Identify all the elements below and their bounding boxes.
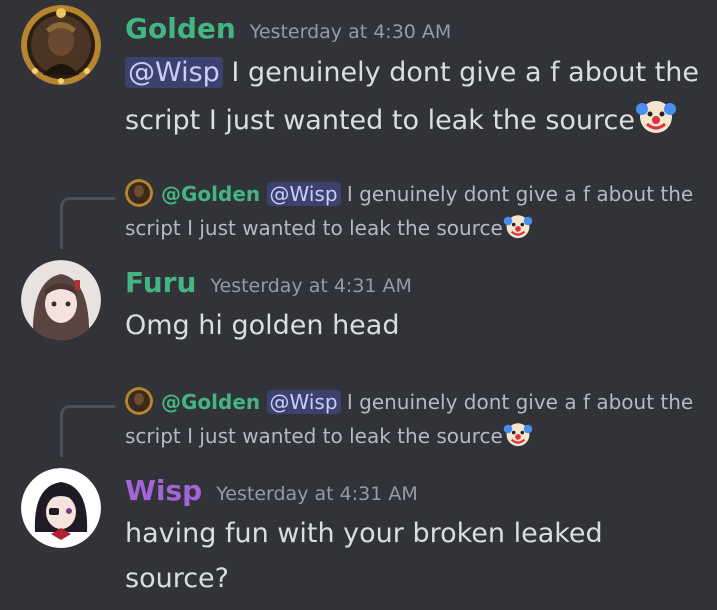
message-content: @Wisp I genuinely dont give a f about th… [125,50,705,143]
message-wisp[interactable]: @Golden @Wisp I genuinely dont give a f … [0,378,717,610]
user-mention[interactable]: @Wisp [125,57,223,88]
wisp-avatar-icon [21,468,101,548]
message-golden[interactable]: Golden Yesterday at 4:30 AM @Wisp I genui… [0,0,717,150]
reply-preview[interactable]: @Golden @Wisp I genuinely dont give a f … [125,177,705,245]
clown-face-icon [635,95,677,137]
message-timestamp: Yesterday at 4:30 AM [249,21,452,43]
message-furu[interactable]: @Golden @Wisp I genuinely dont give a f … [0,170,717,350]
message-text: having fun with your broken leaked sourc… [125,518,603,594]
clown-face-icon [503,419,533,449]
message-timestamp: Yesterday at 4:31 AM [216,483,418,505]
clown-face-icon [503,211,533,241]
reply-spine [60,197,115,249]
message-content: having fun with your broken leaked sourc… [125,511,645,601]
avatar-wisp[interactable] [21,468,101,548]
avatar-golden[interactable] [21,5,101,85]
reply-author[interactable]: @Golden [161,390,260,414]
message-timestamp: Yesterday at 4:31 AM [210,275,412,297]
author-name[interactable]: Golden [125,12,236,45]
author-name[interactable]: Furu [125,266,196,299]
reply-preview[interactable]: @Golden @Wisp I genuinely dont give a f … [125,385,705,453]
reply-spine [60,405,115,457]
avatar-furu[interactable] [21,260,101,340]
golden-avatar-icon [21,5,101,85]
reply-mention[interactable]: @Wisp [266,390,341,414]
golden-mini-avatar [125,179,153,207]
author-name[interactable]: Wisp [125,474,202,507]
message-content: Omg hi golden head [125,303,705,348]
golden-mini-avatar [125,387,153,415]
reply-mention[interactable]: @Wisp [266,182,341,206]
reply-author[interactable]: @Golden [161,182,260,206]
message-text: Omg hi golden head [125,310,400,341]
chat-messages: Golden Yesterday at 4:30 AM @Wisp I genui… [0,0,717,610]
furu-avatar-icon [21,260,101,340]
